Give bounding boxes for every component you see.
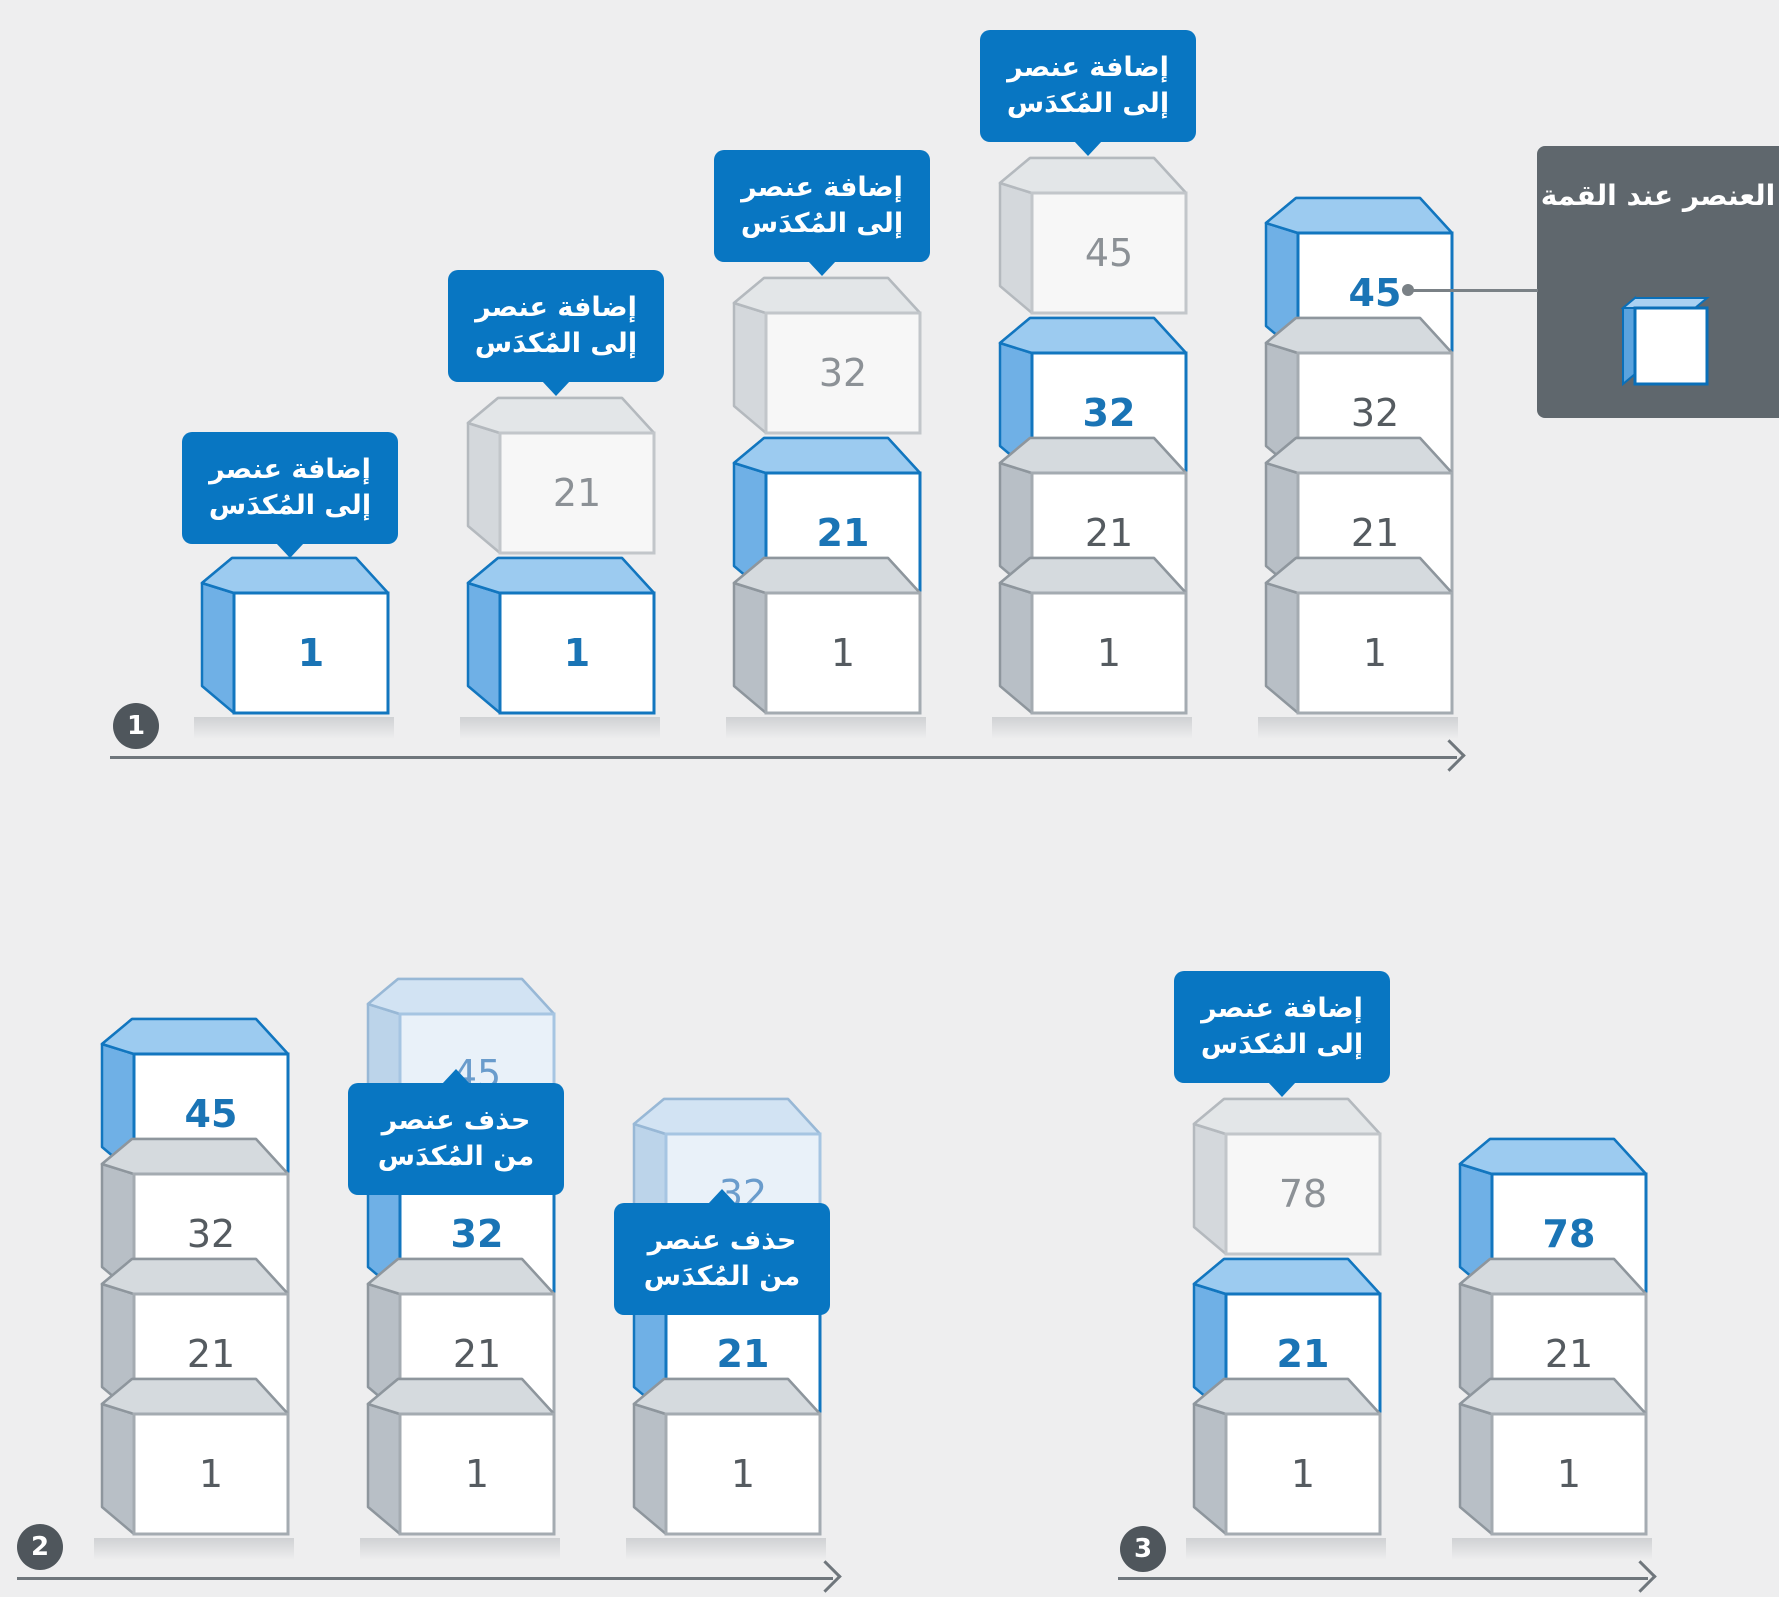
stack-value: 1 xyxy=(297,631,325,675)
floor-shadow xyxy=(1452,1538,1652,1560)
top-pointer-line xyxy=(1408,289,1538,292)
pop-callout: حذف عنصر من المُكدَس xyxy=(348,1069,564,1195)
callout-line: إلى المُكدَس xyxy=(1200,1029,1364,1060)
stack-value: 1 xyxy=(1096,631,1122,675)
top-element-cube: 1 xyxy=(200,556,390,718)
callout-line: حذف عنصر xyxy=(381,1104,531,1136)
stack-value: 1 xyxy=(563,631,591,675)
stack-element-cube: 1 xyxy=(732,556,922,718)
cube-icon xyxy=(1620,295,1711,390)
floor-shadow xyxy=(626,1538,826,1560)
callout-line: إلى المُكدَس xyxy=(474,328,638,359)
stack-value: 1 xyxy=(730,1452,756,1496)
floor-shadow xyxy=(1258,717,1458,739)
callout-line: حذف عنصر xyxy=(647,1224,797,1256)
stack-value: 21 xyxy=(552,471,602,515)
top-element-label: العنصر عند القمة xyxy=(1540,179,1776,212)
incoming-element-cube: 45 xyxy=(998,156,1188,318)
callout-line: إضافة عنصر xyxy=(741,171,903,203)
floor-shadow xyxy=(360,1538,560,1560)
stack-value: 78 xyxy=(1278,1172,1328,1216)
top-element-cube: 1 xyxy=(466,556,656,718)
floor-shadow xyxy=(726,717,926,739)
callout-line: إضافة عنصر xyxy=(209,453,371,485)
step-badge: 3 xyxy=(1120,1526,1166,1572)
callout-line: من المُكدَس xyxy=(377,1141,535,1172)
stack-element-cube: 1 xyxy=(1264,556,1454,718)
push-callout: إضافة عنصر إلى المُكدَس xyxy=(448,270,664,396)
stack-value: 1 xyxy=(1362,631,1388,675)
stack-element-cube: 1 xyxy=(366,1377,556,1539)
callout-line: إلى المُكدَس xyxy=(208,490,372,521)
timeline-arrow xyxy=(1118,1560,1658,1593)
stack-value: 1 xyxy=(464,1452,490,1496)
stack-element-cube: 1 xyxy=(632,1377,822,1539)
floor-shadow xyxy=(992,717,1192,739)
floor-shadow xyxy=(460,717,660,739)
incoming-element-cube: 32 xyxy=(732,276,922,438)
stack-diagram: 1 إضافة عنصر إلى المُكدَس 1 21 إضافة عنصر إلى … xyxy=(0,0,1779,1597)
stack-element-cube: 1 xyxy=(100,1377,290,1539)
callout-line: إلى المُكدَس xyxy=(1006,88,1170,119)
incoming-element-cube: 78 xyxy=(1192,1097,1382,1259)
callout-line: من المُكدَس xyxy=(643,1261,801,1292)
stack-element-cube: 1 xyxy=(1458,1377,1648,1539)
pop-callout: حذف عنصر من المُكدَس xyxy=(614,1189,830,1315)
stack-value: 1 xyxy=(198,1452,224,1496)
push-callout: إضافة عنصر إلى المُكدَس xyxy=(714,150,930,276)
step-badge: 2 xyxy=(17,1524,63,1570)
stack-value: 1 xyxy=(830,631,856,675)
stack-value: 32 xyxy=(818,351,868,395)
stack-element-cube: 1 xyxy=(1192,1377,1382,1539)
push-callout: إضافة عنصر إلى المُكدَس xyxy=(182,432,398,558)
callout-line: إضافة عنصر xyxy=(475,291,637,323)
push-callout: إضافة عنصر إلى المُكدَس xyxy=(1174,971,1390,1097)
stack-element-cube: 1 xyxy=(998,556,1188,718)
stack-value: 1 xyxy=(1556,1452,1582,1496)
callout-line: إضافة عنصر xyxy=(1007,51,1169,83)
floor-shadow xyxy=(94,1538,294,1560)
top-pointer-dot xyxy=(1402,284,1414,296)
stack-value: 1 xyxy=(1290,1452,1316,1496)
top-element-panel: العنصر عند القمة xyxy=(1537,146,1779,418)
incoming-element-cube: 21 xyxy=(466,396,656,558)
timeline-arrow xyxy=(17,1560,843,1593)
stack-value: 45 xyxy=(1084,231,1134,275)
callout-line: إضافة عنصر xyxy=(1201,992,1363,1024)
callout-line: إلى المُكدَس xyxy=(740,208,904,239)
timeline-arrow xyxy=(110,739,1467,772)
floor-shadow xyxy=(194,717,394,739)
floor-shadow xyxy=(1186,1538,1386,1560)
step-badge: 1 xyxy=(113,703,159,749)
push-callout: إضافة عنصر إلى المُكدَس xyxy=(980,30,1196,156)
